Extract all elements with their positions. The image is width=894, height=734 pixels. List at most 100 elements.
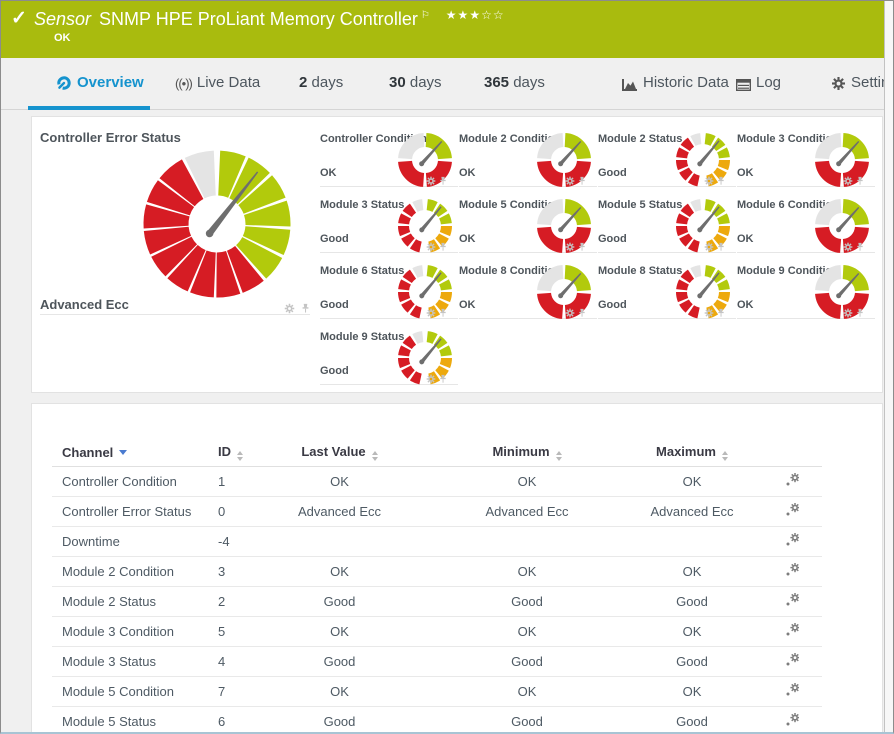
- gauge-cell-value: OK: [737, 233, 754, 245]
- pin-icon[interactable]: [438, 371, 450, 383]
- gauge-cell-value: OK: [459, 233, 476, 245]
- pin-icon[interactable]: [577, 305, 589, 317]
- pin-icon[interactable]: [300, 301, 312, 313]
- sort-icon: [237, 451, 243, 461]
- pin-icon[interactable]: [716, 239, 728, 251]
- cell-channel: Downtime: [52, 527, 217, 557]
- gauge-cell-title: Module 5 Status: [598, 199, 682, 211]
- wrench-icon[interactable]: [785, 593, 799, 610]
- gear-icon[interactable]: [284, 301, 296, 313]
- cell-channel: Controller Condition: [52, 467, 217, 497]
- pin-icon[interactable]: [855, 305, 867, 317]
- log-icon: [736, 78, 751, 95]
- col-header-channel[interactable]: Channel: [52, 438, 217, 467]
- gauge-cell-title: Module 6 Status: [320, 265, 404, 277]
- tab-365-days[interactable]: 365 days: [484, 74, 545, 91]
- table-row: Controller Error Status0Advanced EccAdva…: [52, 497, 822, 527]
- wrench-icon[interactable]: [785, 563, 799, 580]
- pin-icon[interactable]: [577, 239, 589, 251]
- priority-stars[interactable]: ★★★☆☆: [446, 8, 505, 22]
- pin-icon[interactable]: [855, 239, 867, 251]
- table-row: Module 5 Status6GoodGoodGood: [52, 707, 822, 734]
- gauge-cell-title: Module 8 Status: [598, 265, 682, 277]
- gear-icon[interactable]: [565, 305, 577, 317]
- gauge-cell: Module 3 StatusGood: [320, 187, 458, 253]
- gauge-cell: Controller ConditionOK: [320, 121, 458, 187]
- tab-bar: Overview ((•))Live Data 2 days 30 days 3…: [1, 58, 887, 110]
- pin-icon[interactable]: [716, 305, 728, 317]
- cell-last-value: OK: [277, 467, 402, 497]
- col-header-maximum[interactable]: Maximum: [622, 438, 762, 467]
- col-header-id[interactable]: ID: [217, 438, 277, 467]
- wrench-icon[interactable]: [785, 503, 799, 520]
- wrench-icon[interactable]: [785, 533, 799, 550]
- gauge-cell-title: Module 2 Status: [598, 133, 682, 145]
- gear-icon[interactable]: [426, 371, 438, 383]
- cell-channel: Module 5 Status: [52, 707, 217, 734]
- gear-icon[interactable]: [426, 173, 438, 185]
- table-row: Module 2 Status2GoodGoodGood: [52, 587, 822, 617]
- gauge-cell-value: OK: [320, 167, 337, 179]
- cell-id: 6: [217, 707, 277, 734]
- tab-2-days[interactable]: 2 days: [299, 74, 343, 91]
- col-header-minimum[interactable]: Minimum: [432, 438, 622, 467]
- cell-channel: Module 3 Condition: [52, 617, 217, 647]
- pin-icon[interactable]: [577, 173, 589, 185]
- sort-icon: [722, 451, 728, 461]
- gear-icon[interactable]: [565, 173, 577, 185]
- tab-log[interactable]: Log: [736, 74, 781, 95]
- cell-spacer: [402, 617, 432, 647]
- controller-error-status-gauge: [132, 139, 302, 309]
- wrench-icon[interactable]: [785, 623, 799, 640]
- tab-historic-data[interactable]: Historic Data: [622, 74, 729, 95]
- wrench-icon[interactable]: [785, 473, 799, 490]
- wrench-icon[interactable]: [785, 713, 799, 730]
- divider: [40, 314, 310, 315]
- tab-30-days[interactable]: 30 days: [389, 74, 442, 91]
- wrench-icon[interactable]: [785, 653, 799, 670]
- gauge-cell: Module 6 StatusGood: [320, 253, 458, 319]
- gear-icon[interactable]: [843, 239, 855, 251]
- cell-maximum: OK: [622, 557, 762, 587]
- table-row: Module 2 Condition3OKOKOK: [52, 557, 822, 587]
- cell-minimum: OK: [432, 557, 622, 587]
- pin-icon[interactable]: [855, 173, 867, 185]
- gear-icon[interactable]: [843, 305, 855, 317]
- cell-maximum: OK: [622, 467, 762, 497]
- col-header-last-value[interactable]: Last Value: [277, 438, 402, 467]
- gauge-cell: Module 5 StatusGood: [598, 187, 736, 253]
- channel-table: Channel ID Last Value Minimum Maximum Co…: [52, 438, 822, 734]
- sort-desc-icon: [119, 450, 127, 455]
- cell-spacer: [402, 527, 432, 557]
- gauge-cell: Module 9 ConditionOK: [737, 253, 875, 319]
- cell-minimum: Advanced Ecc: [432, 497, 622, 527]
- gauge-cell-value: Good: [598, 299, 627, 311]
- table-row: Downtime-4: [52, 527, 822, 557]
- pin-icon[interactable]: [438, 305, 450, 317]
- pin-icon[interactable]: [438, 173, 450, 185]
- table-row: Module 5 Condition7OKOKOK: [52, 677, 822, 707]
- gear-icon[interactable]: [704, 305, 716, 317]
- gear-icon[interactable]: [426, 305, 438, 317]
- cell-id: 3: [217, 557, 277, 587]
- live-data-icon: ((•)): [175, 76, 192, 91]
- wrench-icon[interactable]: [785, 683, 799, 700]
- cell-id: 0: [217, 497, 277, 527]
- tab-live-data[interactable]: ((•))Live Data: [175, 74, 260, 93]
- tab-overview[interactable]: Overview: [56, 74, 144, 95]
- gear-icon[interactable]: [704, 173, 716, 185]
- gear-icon[interactable]: [704, 239, 716, 251]
- gear-icon[interactable]: [565, 239, 577, 251]
- check-icon: ✓: [11, 7, 27, 30]
- gauge-cell: Module 2 StatusGood: [598, 121, 736, 187]
- cell-maximum: Advanced Ecc: [622, 497, 762, 527]
- cell-last-value: OK: [277, 677, 402, 707]
- gauge-cell-title: Module 3 Status: [320, 199, 404, 211]
- gear-icon[interactable]: [843, 173, 855, 185]
- pin-icon[interactable]: [438, 239, 450, 251]
- gauge-cell-value: Good: [320, 365, 349, 377]
- cell-id: 2: [217, 587, 277, 617]
- cell-id: 7: [217, 677, 277, 707]
- gear-icon[interactable]: [426, 239, 438, 251]
- pin-icon[interactable]: [716, 173, 728, 185]
